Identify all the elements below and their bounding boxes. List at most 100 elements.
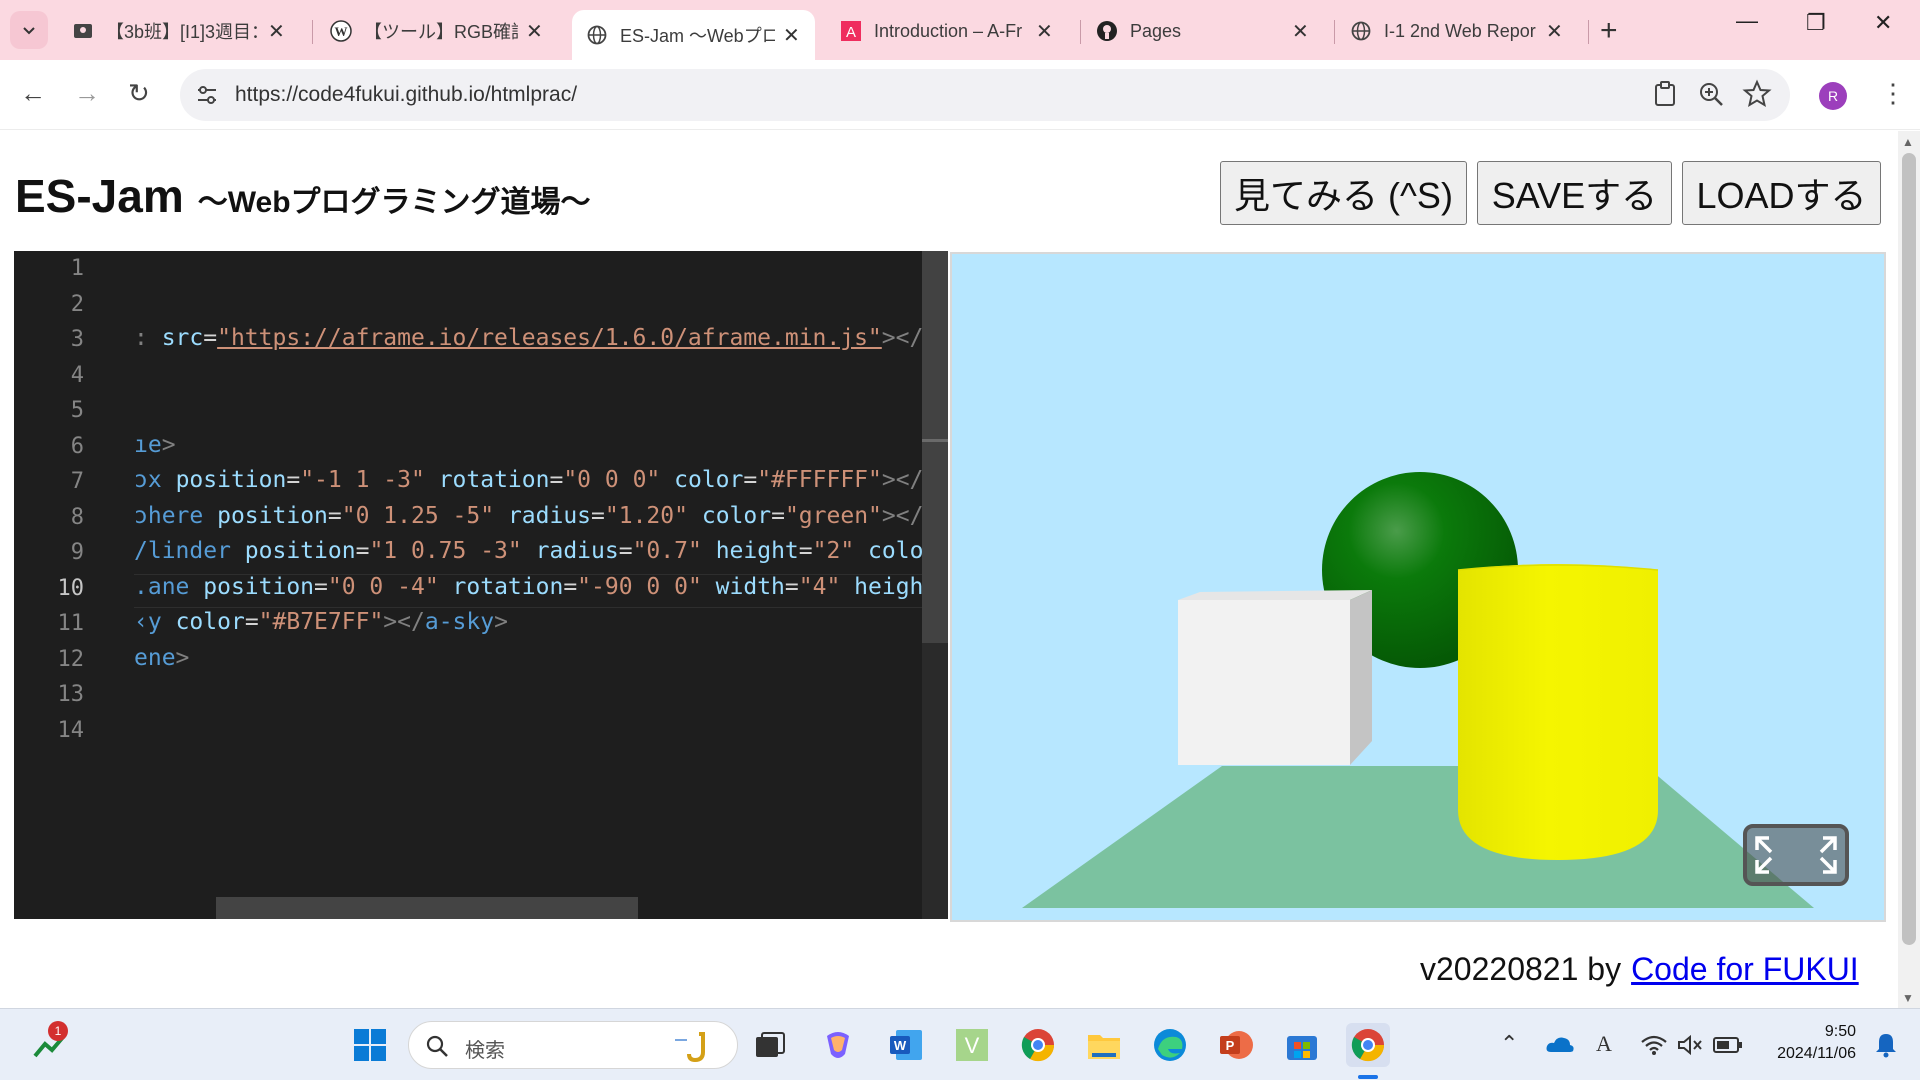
save-button[interactable]: SAVEする bbox=[1477, 161, 1672, 225]
code-line-6: ıe> bbox=[134, 432, 176, 458]
code-line-3: : src="https://aframe.io/releases/1.6.0/… bbox=[134, 325, 924, 351]
code-attr: position bbox=[203, 574, 315, 600]
scroll-up-arrow-icon[interactable]: ▲ bbox=[1902, 135, 1914, 149]
svg-text:A: A bbox=[846, 24, 856, 41]
aframe-scene[interactable] bbox=[952, 254, 1886, 922]
clipboard-icon[interactable] bbox=[1650, 79, 1680, 109]
close-window-button[interactable]: ✕ bbox=[1874, 10, 1892, 36]
vim-app-icon[interactable]: V bbox=[950, 1023, 994, 1067]
tray-chevron-up-icon[interactable]: ⌃ bbox=[1500, 1031, 1518, 1057]
code-tag: .ane bbox=[134, 574, 190, 600]
code-attr: color bbox=[175, 609, 245, 635]
code-attr: width bbox=[715, 574, 785, 600]
white-box bbox=[1178, 600, 1350, 765]
ground-plane bbox=[1022, 766, 1814, 908]
page-vertical-scrollbar[interactable]: ▲ ▼ bbox=[1898, 131, 1920, 1008]
globe-icon bbox=[586, 24, 608, 46]
profile-avatar[interactable]: R bbox=[1819, 82, 1847, 110]
page-scroll-thumb[interactable] bbox=[1902, 153, 1916, 945]
code-string: "2" bbox=[812, 538, 855, 564]
code-string: "4" bbox=[798, 574, 841, 600]
restore-button[interactable]: ❐ bbox=[1806, 10, 1826, 36]
load-button[interactable]: LOADする bbox=[1682, 161, 1881, 225]
file-explorer-icon[interactable] bbox=[1082, 1023, 1126, 1067]
bookmark-star-icon[interactable] bbox=[1742, 79, 1772, 109]
code-line-11: ‹y color="#B7E7FF"></a-sky> bbox=[134, 609, 508, 635]
code-string: "-90 0 0" bbox=[577, 574, 702, 600]
line-number: 12 bbox=[57, 647, 85, 672]
tab-search-button[interactable] bbox=[10, 11, 48, 49]
forward-button[interactable]: → bbox=[74, 78, 100, 109]
fullscreen-button[interactable] bbox=[1743, 824, 1849, 886]
tab-github-pages[interactable]: Pages ✕ bbox=[1082, 8, 1324, 54]
fullscreen-icon bbox=[1755, 836, 1837, 874]
code-for-fukui-link[interactable]: Code for FUKUI bbox=[1631, 951, 1859, 988]
editor-horizontal-scroll-thumb[interactable] bbox=[216, 897, 638, 919]
task-view-icon[interactable] bbox=[748, 1023, 792, 1067]
close-icon[interactable]: ✕ bbox=[268, 19, 286, 44]
tab-web-report[interactable]: I-1 2nd Web Repor ✕ bbox=[1336, 8, 1578, 54]
clock-date: 2024/11/06 bbox=[1777, 1045, 1856, 1062]
minimize-button[interactable]: — bbox=[1736, 8, 1758, 34]
onedrive-icon[interactable] bbox=[1538, 1023, 1582, 1067]
browser-menu-icon[interactable]: ⋮ bbox=[1880, 78, 1906, 109]
code-string: "1 0.75 -3" bbox=[369, 538, 522, 564]
tab-aframe-intro[interactable]: A Introduction – A-Fr ✕ bbox=[826, 8, 1068, 54]
close-icon[interactable]: ✕ bbox=[1546, 19, 1564, 44]
taskbar-clock[interactable]: 9:50 2024/11/06 bbox=[1764, 1021, 1856, 1065]
windows-taskbar: 1 検索 W V P ⌃ A 9:50 2024/11/06 bbox=[0, 1008, 1920, 1080]
battery-icon[interactable] bbox=[1706, 1023, 1750, 1067]
code-attr: color bbox=[674, 467, 744, 493]
code-string: "1.20" bbox=[604, 503, 688, 529]
close-icon[interactable]: ✕ bbox=[783, 23, 801, 48]
back-button[interactable]: ← bbox=[20, 78, 46, 109]
close-icon[interactable]: ✕ bbox=[1292, 19, 1310, 44]
code-string: "0 1.25 -5" bbox=[341, 503, 495, 529]
powerpoint-icon[interactable]: P bbox=[1214, 1023, 1258, 1067]
preview-frame[interactable] bbox=[950, 252, 1886, 922]
code-token: ></ bbox=[881, 325, 924, 351]
taskbar-search-box[interactable]: 検索 bbox=[408, 1021, 738, 1069]
line-number: 5 bbox=[70, 398, 84, 423]
search-placeholder: 検索 bbox=[465, 1040, 505, 1062]
tab-rgb-tool[interactable]: W 【ツール】RGB確認ツー ✕ bbox=[316, 8, 558, 54]
aframe-icon: A bbox=[840, 20, 862, 42]
box-top-face bbox=[1178, 590, 1372, 600]
edge-icon[interactable] bbox=[1148, 1023, 1192, 1067]
code-attr: position bbox=[217, 503, 328, 529]
notification-badge: 1 bbox=[48, 1021, 68, 1041]
ime-mode-icon[interactable]: A bbox=[1596, 1031, 1612, 1057]
copilot-icon[interactable] bbox=[816, 1023, 860, 1067]
scroll-down-arrow-icon[interactable]: ▼ bbox=[1902, 991, 1914, 1005]
windows-start-icon[interactable] bbox=[348, 1023, 392, 1067]
chrome-active-icon[interactable] bbox=[1346, 1023, 1390, 1067]
close-icon[interactable]: ✕ bbox=[526, 19, 544, 44]
tab-classroom[interactable]: 【3b班】[I1]3週目： ✕ bbox=[58, 8, 300, 54]
site-settings-icon[interactable] bbox=[194, 82, 220, 108]
url-text[interactable]: https://code4fukui.github.io/htmlprac/ bbox=[235, 83, 577, 107]
code-url-string[interactable]: "https://aframe.io/releases/1.6.0/aframe… bbox=[217, 325, 882, 351]
code-editor[interactable]: 1 2 3 4 5 6 7 8 9 10 11 12 13 14 : src="… bbox=[14, 251, 948, 919]
line-number: 3 bbox=[70, 327, 84, 352]
svg-text:V: V bbox=[965, 1033, 980, 1058]
notification-bell-icon[interactable] bbox=[1864, 1023, 1908, 1067]
reload-button[interactable]: ↻ bbox=[128, 78, 150, 109]
chrome-icon[interactable] bbox=[1016, 1023, 1060, 1067]
browser-toolbar: ← → ↻ https://code4fukui.github.io/htmlp… bbox=[0, 60, 1920, 130]
line-number-gutter: 1 2 3 4 5 6 7 8 9 10 11 12 13 14 bbox=[14, 251, 134, 919]
zoom-icon[interactable] bbox=[1696, 79, 1726, 109]
editor-vertical-scroll-thumb[interactable] bbox=[922, 251, 948, 643]
view-button[interactable]: 見てみる (^S) bbox=[1220, 161, 1467, 225]
clock-time: 9:50 bbox=[1824, 1023, 1856, 1040]
wordpress-icon: W bbox=[330, 20, 352, 42]
tab-es-jam[interactable]: ES-Jam 〜Webプロ ✕ bbox=[572, 10, 815, 60]
line-number: 4 bbox=[70, 363, 84, 388]
close-icon[interactable]: ✕ bbox=[1036, 19, 1054, 44]
tab-divider bbox=[1334, 20, 1335, 44]
address-bar[interactable]: https://code4fukui.github.io/htmlprac/ bbox=[180, 69, 1790, 121]
new-tab-button[interactable]: + bbox=[1600, 14, 1618, 48]
microsoft-store-icon[interactable] bbox=[1280, 1023, 1324, 1067]
code-attr: color bbox=[701, 503, 772, 529]
code-attr: position bbox=[175, 467, 287, 493]
word-icon[interactable]: W bbox=[884, 1023, 928, 1067]
